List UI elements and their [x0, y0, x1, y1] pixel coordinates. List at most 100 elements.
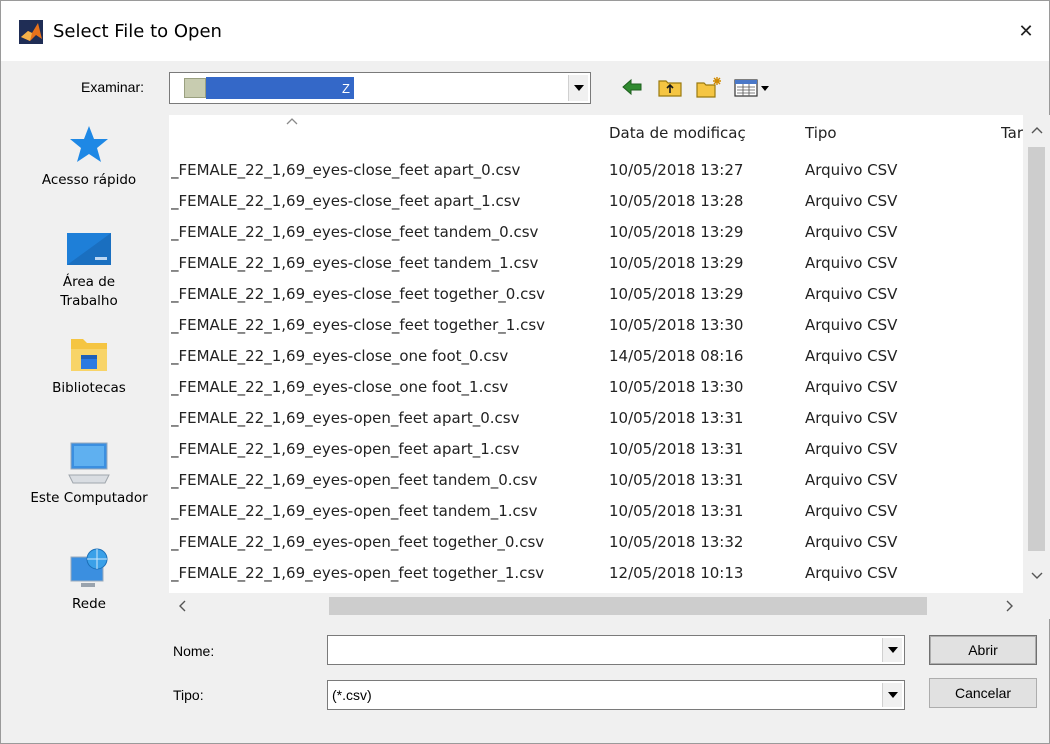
file-date: 10/05/2018 13:29 [609, 223, 744, 241]
file-type: Arquivo CSV [805, 409, 898, 427]
file-row[interactable]: _FEMALE_22_1,69_eyes-close_feet tandem_0… [169, 217, 1023, 248]
chevron-up-icon [1031, 127, 1043, 134]
file-type: Arquivo CSV [805, 440, 898, 458]
back-arrow-icon[interactable] [621, 75, 643, 99]
window-title: Select File to Open [53, 21, 222, 42]
look-in-dropdown-button[interactable] [568, 75, 588, 101]
place-this-pc[interactable]: Este Computador [19, 441, 159, 508]
folder-icon [184, 78, 206, 98]
file-row[interactable]: _FEMALE_22_1,69_eyes-open_feet together_… [169, 558, 1023, 589]
column-header-name[interactable] [171, 115, 603, 151]
look-in-combobox[interactable]: Z [169, 72, 591, 104]
column-header-date[interactable]: Data de modificaç [609, 115, 799, 151]
column-header-type[interactable]: Tipo [805, 115, 985, 151]
file-row[interactable]: _FEMALE_22_1,69_eyes-open_feet apart_1.c… [169, 434, 1023, 465]
file-name: _FEMALE_22_1,69_eyes-close_one foot_0.cs… [171, 347, 509, 365]
scroll-right-button[interactable] [1001, 597, 1019, 615]
open-button[interactable]: Abrir [929, 635, 1037, 665]
file-date: 10/05/2018 13:29 [609, 254, 744, 272]
file-date: 10/05/2018 13:31 [609, 440, 744, 458]
file-name: _FEMALE_22_1,69_eyes-open_feet tandem_1.… [171, 502, 538, 520]
matlab-icon [19, 20, 43, 44]
place-label: Rede [72, 596, 106, 612]
file-type: Arquivo CSV [805, 502, 898, 520]
file-type: Arquivo CSV [805, 471, 898, 489]
file-list[interactable]: Data de modificaç Tipo Tar _FEMALE_22_1,… [169, 115, 1023, 593]
file-name: _FEMALE_22_1,69_eyes-open_feet together_… [171, 564, 545, 582]
look-in-value: Z [206, 77, 354, 99]
file-type: Arquivo CSV [805, 254, 898, 272]
scroll-up-button[interactable] [1028, 121, 1046, 139]
file-name: _FEMALE_22_1,69_eyes-open_feet apart_1.c… [171, 440, 520, 458]
place-label: Bibliotecas [52, 380, 126, 396]
file-type-dropdown-button[interactable] [882, 683, 902, 707]
cancel-button[interactable]: Cancelar [929, 678, 1037, 708]
place-label: Este Computador [30, 490, 148, 506]
file-type-label: Tipo: [173, 687, 204, 703]
new-folder-icon[interactable] [695, 75, 723, 99]
file-name: _FEMALE_22_1,69_eyes-open_feet together_… [171, 533, 545, 551]
chevron-left-icon [179, 600, 186, 612]
desktop-icon [67, 233, 111, 265]
file-date: 10/05/2018 13:30 [609, 378, 744, 396]
vertical-scrollbar[interactable] [1023, 115, 1050, 593]
file-date: 10/05/2018 13:32 [609, 533, 744, 551]
view-menu-icon[interactable] [733, 75, 773, 99]
file-type: Arquivo CSV [805, 316, 898, 334]
horizontal-scrollbar[interactable] [169, 593, 1050, 619]
column-header-size[interactable]: Tar [1001, 115, 1023, 151]
file-name: _FEMALE_22_1,69_eyes-close_feet apart_1.… [171, 192, 521, 210]
file-name-dropdown-button[interactable] [882, 638, 902, 662]
close-button[interactable]: ✕ [1003, 11, 1049, 51]
horizontal-scroll-thumb[interactable] [329, 597, 927, 615]
scroll-left-button[interactable] [173, 597, 191, 615]
star-icon [70, 126, 108, 162]
scroll-down-button[interactable] [1028, 567, 1046, 585]
place-label: Acesso rápido [41, 172, 137, 188]
sort-ascending-icon [286, 118, 298, 125]
chevron-down-icon [573, 85, 584, 91]
file-name: _FEMALE_22_1,69_eyes-open_feet apart_0.c… [171, 409, 520, 427]
file-name-combobox[interactable] [327, 635, 905, 665]
file-name: _FEMALE_22_1,69_eyes-close_feet tandem_1… [171, 254, 539, 272]
computer-icon [68, 442, 110, 484]
file-type: Arquivo CSV [805, 347, 898, 365]
file-open-dialog: Select File to Open ✕ Examinar: Z Acesso… [0, 0, 1050, 744]
file-name: _FEMALE_22_1,69_eyes-open_feet tandem_0.… [171, 471, 538, 489]
file-date: 10/05/2018 13:31 [609, 409, 744, 427]
place-desktop[interactable]: Área de Trabalho [19, 229, 159, 311]
title-bar: Select File to Open ✕ [1, 1, 1049, 61]
close-icon: ✕ [1018, 20, 1034, 41]
file-type: Arquivo CSV [805, 161, 898, 179]
file-row[interactable]: _FEMALE_22_1,69_eyes-close_feet together… [169, 310, 1023, 341]
file-date: 10/05/2018 13:27 [609, 161, 744, 179]
file-row[interactable]: _FEMALE_22_1,69_eyes-open_feet tandem_1.… [169, 496, 1023, 527]
vertical-scroll-thumb[interactable] [1028, 147, 1045, 551]
file-type: Arquivo CSV [805, 533, 898, 551]
file-row[interactable]: _FEMALE_22_1,69_eyes-close_one foot_0.cs… [169, 341, 1023, 372]
place-quick-access[interactable]: Acesso rápido [19, 123, 159, 190]
place-network[interactable]: Rede [19, 547, 159, 614]
file-row[interactable]: _FEMALE_22_1,69_eyes-close_feet apart_1.… [169, 186, 1023, 217]
file-date: 10/05/2018 13:31 [609, 502, 744, 520]
file-date: 10/05/2018 13:30 [609, 316, 744, 334]
file-type-combobox[interactable]: (*.csv) [327, 680, 905, 710]
file-date: 10/05/2018 13:31 [609, 471, 744, 489]
file-name: _FEMALE_22_1,69_eyes-close_feet apart_0.… [171, 161, 521, 179]
file-row[interactable]: _FEMALE_22_1,69_eyes-open_feet tandem_0.… [169, 465, 1023, 496]
place-libraries[interactable]: Bibliotecas [19, 335, 159, 398]
file-type: Arquivo CSV [805, 378, 898, 396]
file-row[interactable]: _FEMALE_22_1,69_eyes-close_feet apart_0.… [169, 155, 1023, 186]
file-row[interactable]: _FEMALE_22_1,69_eyes-open_feet together_… [169, 527, 1023, 558]
file-type: Arquivo CSV [805, 223, 898, 241]
file-date: 10/05/2018 13:29 [609, 285, 744, 303]
file-row[interactable]: _FEMALE_22_1,69_eyes-close_feet together… [169, 279, 1023, 310]
file-name-label: Nome: [173, 643, 215, 659]
file-row[interactable]: _FEMALE_22_1,69_eyes-close_one foot_1.cs… [169, 372, 1023, 403]
up-folder-icon[interactable] [657, 75, 683, 99]
place-label: Área de Trabalho [60, 274, 118, 309]
file-row[interactable]: _FEMALE_22_1,69_eyes-open_feet apart_0.c… [169, 403, 1023, 434]
file-date: 14/05/2018 08:16 [609, 347, 744, 365]
file-row[interactable]: _FEMALE_22_1,69_eyes-close_feet tandem_1… [169, 248, 1023, 279]
file-name: _FEMALE_22_1,69_eyes-close_one foot_1.cs… [171, 378, 509, 396]
